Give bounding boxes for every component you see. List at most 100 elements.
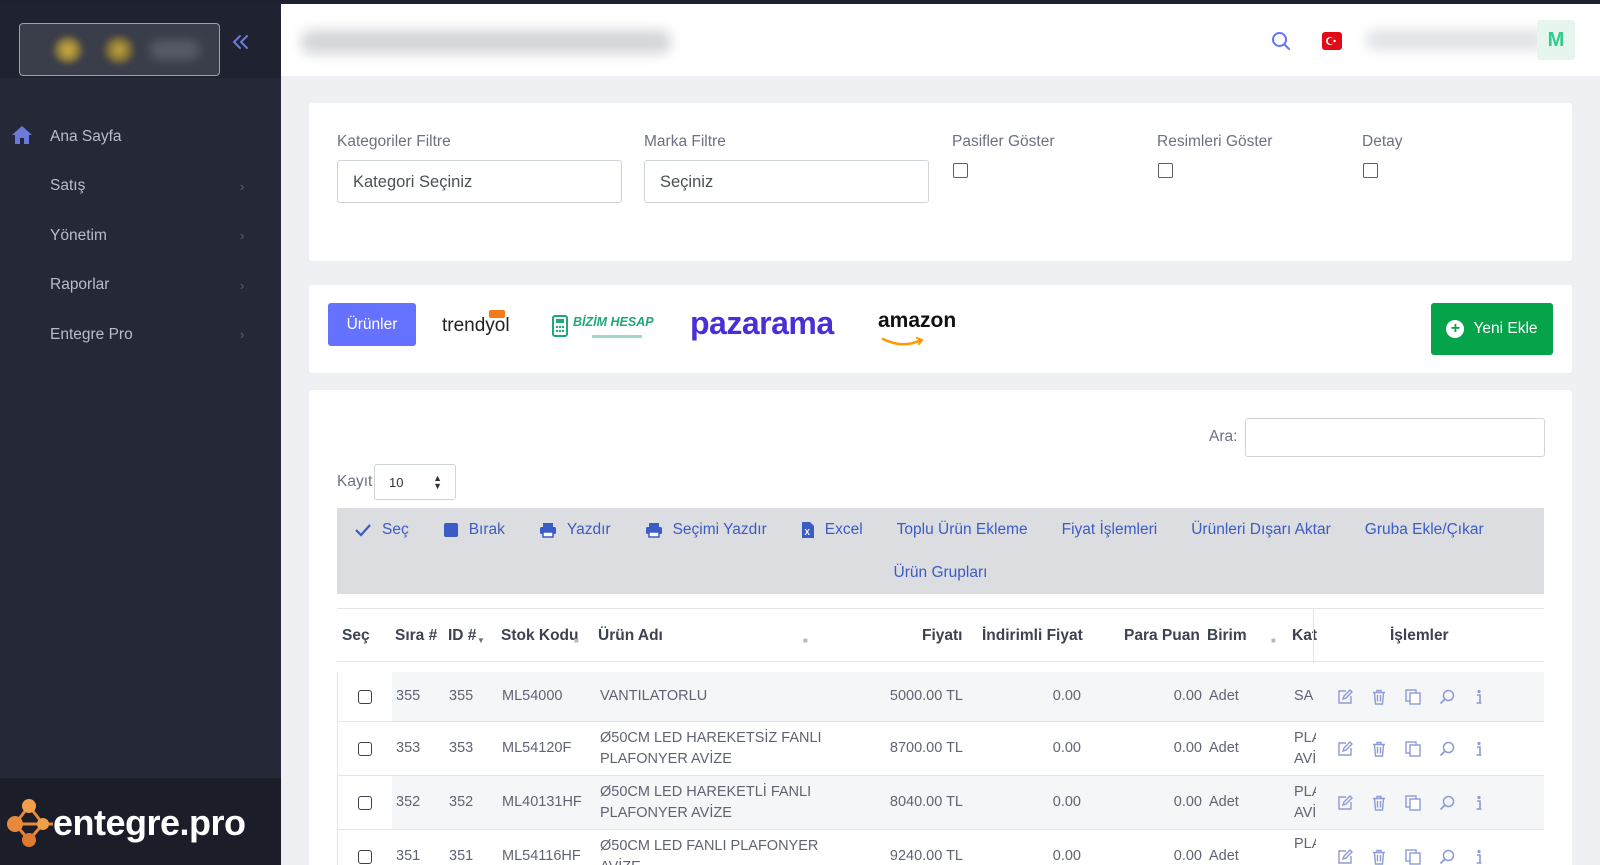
- detail-checkbox[interactable]: [1363, 163, 1378, 178]
- page-length-select[interactable]: 10 ▲ ▼: [374, 464, 456, 500]
- excel-button[interactable]: X Excel: [784, 508, 880, 551]
- sidebar-item-ana-sayfa[interactable]: Ana Sayfa: [0, 112, 281, 162]
- cell-order: 353: [396, 740, 421, 756]
- avatar[interactable]: M: [1537, 20, 1575, 60]
- print-button[interactable]: Yazdır: [522, 508, 628, 551]
- user-name-blurred[interactable]: [1366, 30, 1546, 50]
- select-all-label: Seç: [382, 520, 409, 538]
- delete-icon[interactable]: [1371, 741, 1387, 757]
- search-icon[interactable]: [1439, 689, 1455, 705]
- info-icon[interactable]: [1473, 849, 1485, 865]
- row-checkbox[interactable]: [358, 690, 372, 704]
- show-images-checkbox[interactable]: [1158, 163, 1173, 178]
- search-icon[interactable]: [1439, 741, 1455, 757]
- cell-discount: 0.00: [1052, 848, 1081, 864]
- tab-products-button[interactable]: Ürünler: [328, 303, 416, 346]
- tab-pazarama[interactable]: pazarama: [690, 305, 834, 342]
- export-products-button[interactable]: Ürünleri Dışarı Aktar: [1174, 508, 1348, 551]
- delete-icon[interactable]: [1371, 689, 1387, 705]
- tab-amazon[interactable]: amazon: [878, 309, 956, 333]
- cell-category: PLA: [1294, 836, 1316, 852]
- table-header: Seç Sıra # ID # ▼ Stok Kodu ■ Ürün Adı ■…: [337, 608, 1544, 663]
- turkey-flag-icon[interactable]: [1322, 31, 1342, 51]
- row-actions: [1337, 795, 1485, 811]
- brand-filter-select[interactable]: Seçiniz: [644, 160, 929, 203]
- col-id[interactable]: ID #: [448, 627, 476, 645]
- cell-unit: Adet: [1209, 794, 1239, 810]
- search-icon[interactable]: [1439, 849, 1455, 865]
- delete-icon[interactable]: [1371, 849, 1387, 865]
- table-search-label: Ara:: [1209, 428, 1238, 445]
- sort-icon: ■: [574, 636, 579, 645]
- info-icon[interactable]: [1473, 795, 1485, 811]
- delete-icon[interactable]: [1371, 795, 1387, 811]
- sidebar-item-satis[interactable]: Satış ›: [0, 162, 281, 212]
- print-selection-button[interactable]: Seçimi Yazdır: [628, 508, 784, 551]
- chevron-right-icon: ›: [240, 228, 245, 244]
- sidebar-item-entegre-pro[interactable]: Entegre Pro ›: [0, 310, 281, 360]
- price-operations-button[interactable]: Fiyat İşlemleri: [1045, 508, 1175, 551]
- sidebar-item-label: Satış: [50, 177, 86, 195]
- col-order[interactable]: Sıra #: [395, 627, 437, 645]
- cell-discount: 0.00: [1052, 740, 1081, 756]
- col-sku[interactable]: Stok Kodu: [501, 627, 579, 645]
- row-checkbox[interactable]: [358, 796, 372, 810]
- info-icon[interactable]: [1473, 741, 1485, 757]
- row-checkbox[interactable]: [358, 742, 372, 756]
- cell-name: Ø50CM LED FANLI PLAFONYER AVİZE: [600, 838, 819, 865]
- col-name[interactable]: Ürün Adı: [598, 627, 663, 645]
- copy-icon[interactable]: [1405, 849, 1421, 865]
- square-icon: [443, 522, 458, 537]
- cell-order: 355: [396, 688, 421, 704]
- cell-category: PLA AVİ: [1294, 784, 1316, 821]
- table-row[interactable]: 353 353 ML54120F Ø50CM LED HAREKETSİZ FA…: [337, 722, 1544, 776]
- copy-icon[interactable]: [1405, 795, 1421, 811]
- category-filter-select[interactable]: Kategori Seçiniz: [337, 160, 622, 203]
- company-logo-blurred[interactable]: [19, 23, 220, 76]
- edit-icon[interactable]: [1337, 849, 1353, 865]
- group-add-remove-button[interactable]: Gruba Ekle/Çıkar: [1348, 508, 1501, 551]
- copy-icon[interactable]: [1405, 741, 1421, 757]
- table-row[interactable]: 351 351 ML54116HF Ø50CM LED FANLI PLAFON…: [337, 830, 1544, 865]
- search-icon[interactable]: [1270, 30, 1292, 52]
- cell-sku: ML40131HF: [502, 794, 582, 810]
- tab-bizim-hesap[interactable]: BİZİM HESAP: [552, 313, 654, 343]
- sort-icon: ■: [803, 636, 808, 645]
- category-filter-label: Kategoriler Filtre: [337, 133, 451, 150]
- col-points[interactable]: Para Puan: [1124, 627, 1200, 645]
- add-new-button[interactable]: + Yeni Ekle: [1431, 303, 1553, 355]
- products-table-card: Ara: Kayıt 10 ▲ ▼ Seç Bırak Yazdır Seçimi…: [309, 390, 1572, 865]
- sidebar-item-label: Yönetim: [50, 226, 107, 244]
- print-selection-label: Seçimi Yazdır: [672, 520, 767, 538]
- edit-icon[interactable]: [1337, 741, 1353, 757]
- search-icon[interactable]: [1439, 795, 1455, 811]
- edit-icon[interactable]: [1337, 689, 1353, 705]
- table-search-input[interactable]: [1245, 418, 1545, 457]
- cell-unit: Adet: [1209, 688, 1239, 704]
- product-groups-button[interactable]: Ürün Grupları: [894, 564, 988, 582]
- row-checkbox[interactable]: [358, 850, 372, 864]
- table-row[interactable]: 352 352 ML40131HF Ø50CM LED HAREKETLİ FA…: [337, 776, 1544, 830]
- sidebar-item-raporlar[interactable]: Raporlar ›: [0, 261, 281, 311]
- row-actions: [1337, 689, 1485, 705]
- cell-points: 0.00: [1173, 688, 1202, 704]
- tab-trendyol[interactable]: trendyol: [442, 315, 510, 337]
- home-icon: [10, 124, 34, 146]
- col-price[interactable]: Fiyatı: [922, 627, 962, 645]
- sidebar-nav: Ana Sayfa Satış › Yönetim › Raporlar › E…: [0, 112, 281, 360]
- col-unit[interactable]: Birim: [1207, 627, 1247, 645]
- edit-icon[interactable]: [1337, 795, 1353, 811]
- cell-id: 353: [449, 740, 474, 756]
- select-all-button[interactable]: Seç: [337, 508, 426, 551]
- copy-icon[interactable]: [1405, 689, 1421, 705]
- show-passive-checkbox[interactable]: [953, 163, 968, 178]
- table-row[interactable]: 355 355 ML54000 VANTILATORLU 5000.00 TL …: [337, 672, 1544, 722]
- sidebar-item-yonetim[interactable]: Yönetim ›: [0, 211, 281, 261]
- info-icon[interactable]: [1473, 689, 1485, 705]
- col-discount-price[interactable]: İndirimli Fiyat: [982, 627, 1083, 645]
- cell-category: SAF: [1294, 688, 1314, 704]
- deselect-button[interactable]: Bırak: [426, 508, 522, 551]
- cell-sku: ML54116HF: [502, 848, 581, 864]
- bulk-add-button[interactable]: Toplu Ürün Ekleme: [880, 508, 1045, 551]
- sidebar-collapse-icon[interactable]: [228, 30, 254, 56]
